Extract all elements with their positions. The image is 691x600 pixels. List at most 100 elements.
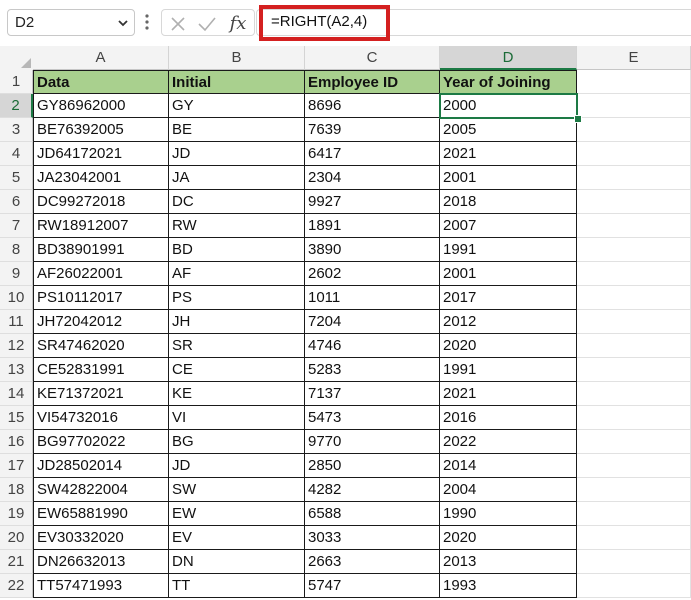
row-header[interactable]: 19 [0, 502, 33, 526]
table-header-cell[interactable]: Year of Joining [440, 70, 577, 94]
table-cell[interactable]: 7204 [305, 310, 440, 334]
table-cell[interactable]: 1991 [440, 238, 577, 262]
table-cell[interactable]: JD64172021 [33, 142, 169, 166]
column-header-c[interactable]: C [305, 46, 440, 70]
row-header[interactable]: 6 [0, 190, 33, 214]
table-cell[interactable]: 2020 [440, 526, 577, 550]
table-cell[interactable]: 5473 [305, 406, 440, 430]
table-cell[interactable]: BG97702022 [33, 430, 169, 454]
table-cell[interactable]: 2001 [440, 166, 577, 190]
empty-cell[interactable] [577, 190, 691, 214]
table-cell[interactable]: 6588 [305, 502, 440, 526]
table-cell[interactable]: BE76392005 [33, 118, 169, 142]
table-cell[interactable]: 2021 [440, 382, 577, 406]
table-cell[interactable]: 2602 [305, 262, 440, 286]
empty-cell[interactable] [577, 430, 691, 454]
table-cell[interactable]: 2012 [440, 310, 577, 334]
row-header[interactable]: 14 [0, 382, 33, 406]
table-cell[interactable]: 5747 [305, 574, 440, 598]
table-cell[interactable]: 2016 [440, 406, 577, 430]
table-cell[interactable]: 8696 [305, 94, 440, 118]
empty-cell[interactable] [577, 142, 691, 166]
table-cell[interactable]: DC99272018 [33, 190, 169, 214]
table-cell[interactable]: 2007 [440, 214, 577, 238]
table-cell[interactable]: 4282 [305, 478, 440, 502]
row-header[interactable]: 22 [0, 574, 33, 598]
table-cell[interactable]: 2850 [305, 454, 440, 478]
row-header[interactable]: 8 [0, 238, 33, 262]
table-cell[interactable]: VI54732016 [33, 406, 169, 430]
row-header[interactable]: 15 [0, 406, 33, 430]
table-cell[interactable]: 4746 [305, 334, 440, 358]
column-header-b[interactable]: B [169, 46, 305, 70]
table-cell[interactable]: 9770 [305, 430, 440, 454]
empty-cell[interactable] [577, 334, 691, 358]
row-header[interactable]: 3 [0, 118, 33, 142]
empty-cell[interactable] [577, 406, 691, 430]
table-cell[interactable]: 5283 [305, 358, 440, 382]
empty-cell[interactable] [577, 286, 691, 310]
row-header[interactable]: 18 [0, 478, 33, 502]
table-cell[interactable]: AF26022001 [33, 262, 169, 286]
empty-cell[interactable] [577, 166, 691, 190]
row-header[interactable]: 5 [0, 166, 33, 190]
table-cell[interactable]: GY86962000 [33, 94, 169, 118]
table-cell[interactable]: 3890 [305, 238, 440, 262]
table-cell[interactable]: 2004 [440, 478, 577, 502]
table-cell[interactable]: SR47462020 [33, 334, 169, 358]
table-header-cell[interactable]: Initial [169, 70, 305, 94]
insert-function-icon[interactable]: fx [224, 10, 252, 37]
empty-cell[interactable] [577, 382, 691, 406]
table-cell[interactable]: PS10112017 [33, 286, 169, 310]
table-cell[interactable]: 2021 [440, 142, 577, 166]
table-cell[interactable]: RW [169, 214, 305, 238]
table-cell[interactable]: TT57471993 [33, 574, 169, 598]
table-cell[interactable]: 1993 [440, 574, 577, 598]
table-cell[interactable]: 3033 [305, 526, 440, 550]
table-header-cell[interactable]: Data [33, 70, 169, 94]
table-cell[interactable]: 1011 [305, 286, 440, 310]
table-cell[interactable]: 1991 [440, 358, 577, 382]
empty-cell[interactable] [577, 358, 691, 382]
table-cell[interactable]: JD [169, 454, 305, 478]
table-header-cell[interactable]: Employee ID [305, 70, 440, 94]
table-cell[interactable]: BD38901991 [33, 238, 169, 262]
table-cell[interactable]: AF [169, 262, 305, 286]
table-cell[interactable]: EW [169, 502, 305, 526]
table-cell[interactable]: BE [169, 118, 305, 142]
table-cell[interactable]: BD [169, 238, 305, 262]
table-cell[interactable]: 2018 [440, 190, 577, 214]
table-cell[interactable]: DN26632013 [33, 550, 169, 574]
table-cell[interactable]: 2020 [440, 334, 577, 358]
table-cell[interactable]: EV [169, 526, 305, 550]
column-header-d[interactable]: D [440, 46, 577, 70]
fill-handle[interactable] [574, 115, 582, 123]
row-header[interactable]: 20 [0, 526, 33, 550]
table-cell[interactable]: CE52831991 [33, 358, 169, 382]
more-options-icon[interactable] [143, 12, 151, 32]
table-cell[interactable]: 2001 [440, 262, 577, 286]
cancel-icon[interactable] [167, 10, 189, 37]
empty-cell[interactable] [577, 502, 691, 526]
table-cell[interactable]: 6417 [305, 142, 440, 166]
row-header[interactable]: 2 [0, 94, 33, 118]
empty-cell[interactable] [577, 214, 691, 238]
table-cell[interactable]: 2022 [440, 430, 577, 454]
row-header[interactable]: 16 [0, 430, 33, 454]
table-cell[interactable]: JD [169, 142, 305, 166]
table-cell[interactable]: 2005 [440, 118, 577, 142]
row-header[interactable]: 7 [0, 214, 33, 238]
table-cell[interactable]: 1891 [305, 214, 440, 238]
empty-cell[interactable] [577, 550, 691, 574]
row-header[interactable]: 12 [0, 334, 33, 358]
chevron-down-icon[interactable] [116, 16, 130, 30]
enter-check-icon[interactable] [195, 10, 219, 37]
table-cell[interactable]: 2013 [440, 550, 577, 574]
table-cell[interactable]: JD28502014 [33, 454, 169, 478]
table-cell[interactable]: EV30332020 [33, 526, 169, 550]
table-cell[interactable]: GY [169, 94, 305, 118]
table-cell[interactable]: 7639 [305, 118, 440, 142]
table-cell[interactable]: 9927 [305, 190, 440, 214]
row-header[interactable]: 11 [0, 310, 33, 334]
empty-cell[interactable] [577, 118, 691, 142]
